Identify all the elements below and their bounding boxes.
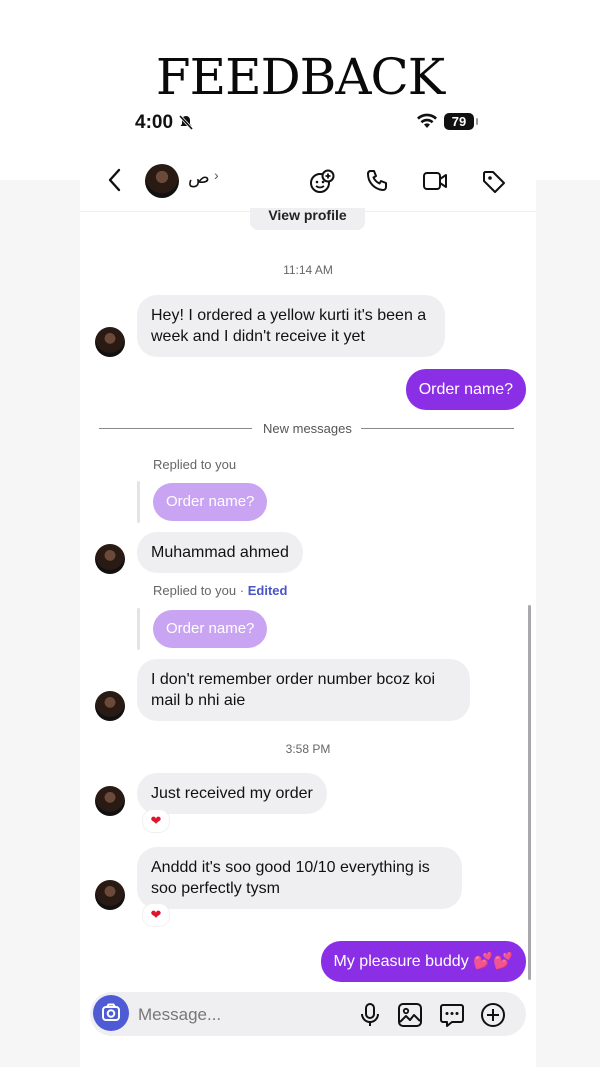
sender-avatar[interactable] bbox=[95, 880, 125, 910]
timestamp: 11:14 AM bbox=[283, 263, 333, 277]
heart-reaction[interactable]: ❤ bbox=[142, 903, 170, 927]
plus-icon[interactable] bbox=[480, 1002, 506, 1033]
incoming-message[interactable]: Hey! I ordered a yellow kurti it's been … bbox=[137, 295, 445, 357]
sender-avatar[interactable] bbox=[95, 786, 125, 816]
incoming-message[interactable]: Just received my order bbox=[137, 773, 327, 814]
battery-indicator: 79 bbox=[444, 113, 474, 130]
mic-icon[interactable] bbox=[358, 1002, 382, 1033]
chat-header: ص › bbox=[80, 155, 536, 212]
message-input[interactable] bbox=[136, 1001, 330, 1029]
reply-bar bbox=[137, 481, 140, 523]
reply-bar bbox=[137, 608, 140, 650]
outgoing-message[interactable]: My pleasure buddy 💕💕 bbox=[320, 941, 526, 982]
new-messages-label: New messages bbox=[263, 421, 352, 436]
outgoing-message[interactable]: Order name? bbox=[405, 369, 526, 410]
back-icon[interactable] bbox=[104, 167, 126, 198]
chevron-right-icon: › bbox=[214, 167, 219, 183]
view-profile-button[interactable]: View profile bbox=[250, 208, 365, 230]
camera-icon bbox=[102, 1003, 120, 1021]
divider-right bbox=[361, 428, 514, 429]
sticker-chat-icon[interactable] bbox=[439, 1002, 465, 1033]
edited-label: Edited bbox=[247, 583, 288, 598]
separator-dot: · bbox=[239, 583, 245, 598]
contact-avatar[interactable] bbox=[145, 164, 179, 198]
reply-quote[interactable]: Order name? bbox=[153, 483, 268, 521]
background-panel-left bbox=[0, 180, 80, 1067]
sender-avatar[interactable] bbox=[95, 544, 125, 574]
reply-quote[interactable]: Order name? bbox=[153, 610, 268, 648]
heart-icon: ❤ bbox=[150, 907, 162, 922]
tag-icon[interactable] bbox=[480, 168, 508, 201]
sender-avatar[interactable] bbox=[95, 327, 125, 357]
incoming-message[interactable]: Anddd it's soo good 10/10 everything is … bbox=[137, 847, 462, 909]
stickers-icon[interactable] bbox=[308, 168, 336, 201]
timestamp: 3:58 PM bbox=[285, 742, 331, 756]
wifi-icon bbox=[416, 113, 438, 134]
mute-icon bbox=[178, 114, 194, 135]
video-icon[interactable] bbox=[421, 168, 449, 199]
reply-label-row: Replied to you · Edited bbox=[153, 583, 287, 598]
phone-icon[interactable] bbox=[365, 168, 391, 199]
reply-label: Replied to you bbox=[153, 457, 237, 472]
phone-screen: 4:00 79 ص › View profile 11:14 AM Hey! I… bbox=[80, 95, 536, 1067]
message-composer bbox=[90, 992, 526, 1036]
heart-reaction[interactable]: ❤ bbox=[142, 809, 170, 833]
divider-left bbox=[99, 428, 252, 429]
scrollbar[interactable] bbox=[528, 605, 531, 980]
reply-label: Replied to you bbox=[153, 583, 237, 598]
heart-icon: ❤ bbox=[150, 813, 162, 828]
incoming-message[interactable]: Muhammad ahmed bbox=[137, 532, 303, 573]
sender-avatar[interactable] bbox=[95, 691, 125, 721]
camera-button[interactable] bbox=[93, 995, 129, 1031]
incoming-message[interactable]: I don't remember order number bcoz koi m… bbox=[137, 659, 470, 721]
contact-name[interactable]: ص bbox=[188, 167, 210, 188]
gallery-icon[interactable] bbox=[397, 1002, 423, 1033]
status-time: 4:00 bbox=[135, 112, 174, 133]
background-panel-right bbox=[536, 180, 600, 1067]
battery-cap bbox=[476, 118, 478, 125]
